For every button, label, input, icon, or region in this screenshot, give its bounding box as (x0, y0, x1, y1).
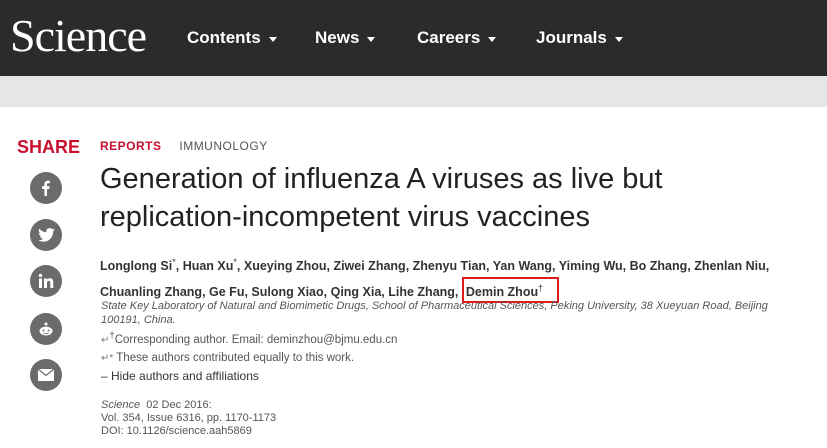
corresponding-prefix: Corresponding author. Email: (114, 333, 267, 346)
return-arrow-icon: ↵* (101, 353, 114, 364)
author-link[interactable]: Ge Fu (209, 285, 244, 299)
nav-journals[interactable]: Journals (536, 28, 623, 48)
nav-news[interactable]: News (315, 28, 376, 48)
citation-journal: Science (101, 399, 141, 411)
nav-news-label: News (315, 28, 360, 47)
share-facebook-button[interactable] (30, 172, 62, 204)
author-link[interactable]: Lihe Zhang (388, 285, 455, 299)
linkedin-icon (38, 273, 54, 288)
share-email-button[interactable] (30, 359, 62, 391)
article-title: Generation of influenza A viruses as liv… (100, 163, 663, 233)
author-link[interactable]: Zhenyu Tian (413, 259, 486, 273)
author-link[interactable]: Yiming Wu (559, 259, 623, 273)
author-mark: † (538, 283, 544, 294)
chevron-down-icon (268, 37, 277, 42)
nav-journals-label: Journals (536, 28, 607, 47)
author-link[interactable]: Longlong Si (100, 259, 172, 273)
equal-contribution-note: ↵* These authors contributed equally to … (101, 352, 354, 364)
hide-authors-link[interactable]: – Hide authors and affiliations (101, 369, 259, 383)
author-link[interactable]: Chuanling Zhang (100, 285, 202, 299)
section-link[interactable]: REPORTS (100, 139, 162, 153)
share-twitter-button[interactable] (30, 219, 62, 251)
author-mark: * (233, 257, 237, 267)
subject-link[interactable]: IMMUNOLOGY (179, 139, 267, 153)
share-heading: SHARE (17, 137, 81, 157)
citation-line-1: Science 02 Dec 2016: (101, 399, 276, 412)
citation-date: 02 Dec 2016: (146, 399, 212, 411)
citation-doi[interactable]: DOI: 10.1126/science.aah5869 (101, 425, 276, 438)
author-link[interactable]: Xueying Zhou (244, 259, 327, 273)
author-link[interactable]: Yan Wang (493, 259, 552, 273)
facebook-icon (42, 180, 50, 196)
author-link[interactable]: Ziwei Zhang (333, 259, 405, 273)
nav-careers-label: Careers (417, 28, 481, 47)
science-logo[interactable]: Science (10, 8, 147, 64)
nav-contents[interactable]: Contents (187, 28, 277, 48)
author-link[interactable]: Sulong Xiao (251, 285, 323, 299)
chevron-down-icon (367, 37, 376, 42)
corresponding-email-link[interactable]: deminzhou@bjmu.edu.cn (267, 334, 398, 346)
chevron-down-icon (488, 37, 497, 42)
author-link[interactable]: Bo Zhang (630, 259, 688, 273)
twitter-icon (37, 228, 55, 242)
affiliation: State Key Laboratory of Natural and Biom… (101, 300, 768, 326)
author-link[interactable]: Zhenlan Niu (694, 259, 766, 273)
citation-block: Science 02 Dec 2016: Vol. 354, Issue 631… (101, 399, 276, 438)
share-reddit-button[interactable] (30, 313, 62, 345)
chevron-down-icon (614, 37, 623, 42)
citation-volume: Vol. 354, Issue 6316, pp. 1170-1173 (101, 412, 277, 424)
reddit-icon (39, 322, 53, 336)
email-icon (37, 368, 55, 381)
author-list: Longlong Si*, Huan Xu*, Xueying Zhou, Zi… (100, 251, 800, 304)
author-mark: * (172, 257, 176, 267)
top-navigation-bar: Science Contents News Careers Journals (0, 0, 827, 76)
author-link[interactable]: Qing Xia (331, 285, 382, 299)
corresponding-author-note: ↵†Corresponding author. Email: deminzhou… (101, 330, 397, 346)
nav-careers[interactable]: Careers (417, 28, 497, 48)
author-link[interactable]: Huan Xu (183, 259, 234, 273)
equal-contribution-text: These authors contributed equally to thi… (116, 352, 355, 364)
secondary-band (0, 76, 827, 107)
author-link: Demin Zhou (465, 285, 539, 300)
nav-contents-label: Contents (187, 28, 261, 47)
article-kicker: REPORTS IMMUNOLOGY (100, 139, 268, 153)
share-linkedin-button[interactable] (30, 265, 62, 297)
